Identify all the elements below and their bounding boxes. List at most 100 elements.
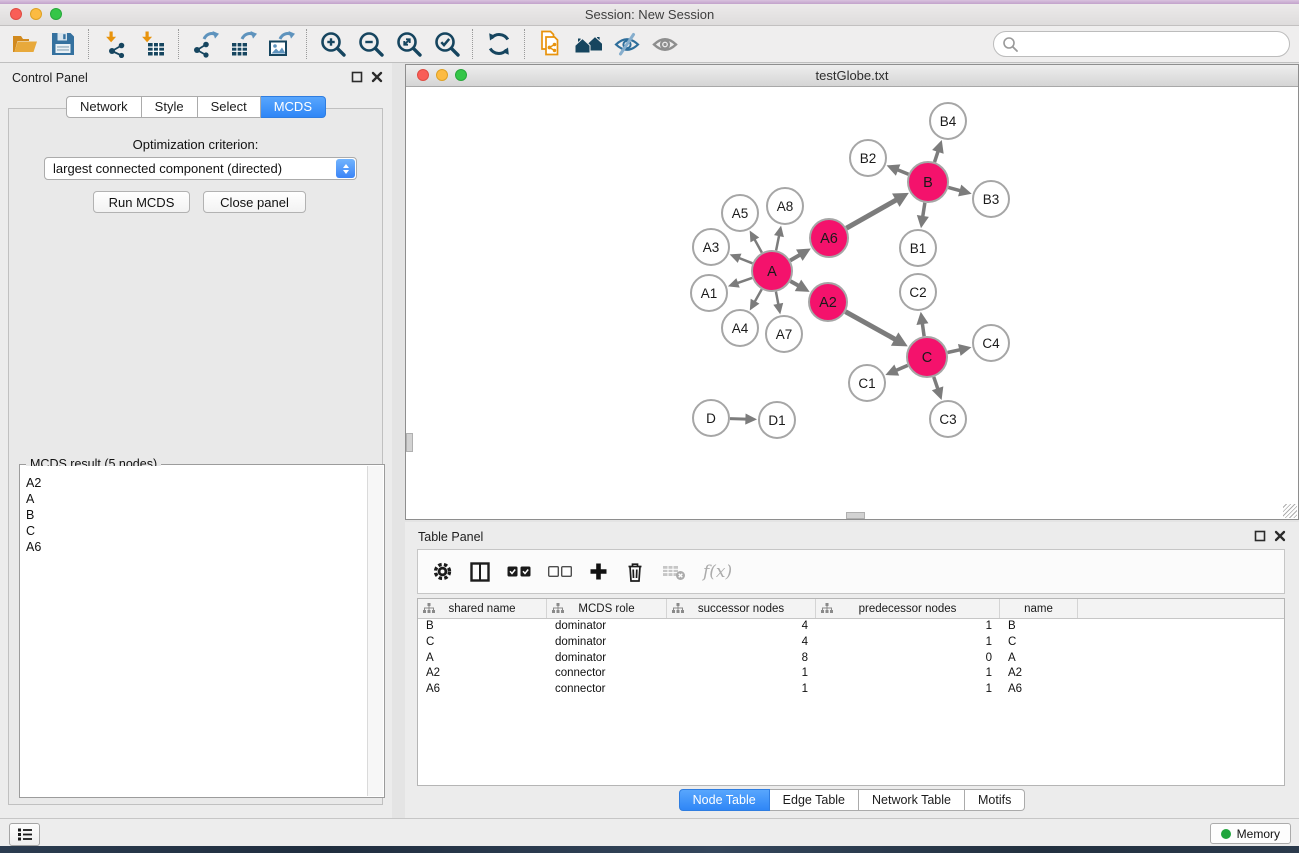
home-button[interactable] xyxy=(570,28,608,60)
mcds-result-item[interactable]: A2 xyxy=(21,475,368,491)
clone-network-button[interactable] xyxy=(532,28,570,60)
import-table-button[interactable] xyxy=(134,28,172,60)
graph-edge-A-A2[interactable] xyxy=(790,280,809,292)
table-cell[interactable]: 1 xyxy=(667,682,816,698)
zoom-fit-button[interactable] xyxy=(390,28,428,60)
tab-mcds[interactable]: MCDS xyxy=(261,96,326,118)
column-header-name[interactable]: name xyxy=(1000,599,1078,618)
resize-grip[interactable] xyxy=(1283,504,1297,518)
task-history-button[interactable] xyxy=(9,823,40,846)
table-cell[interactable]: 4 xyxy=(667,619,816,635)
zoom-in-button[interactable] xyxy=(314,28,352,60)
network-hscroll-thumb[interactable] xyxy=(846,512,865,519)
table-cell[interactable]: A6 xyxy=(1000,682,1078,698)
graph-edge-A-A4[interactable] xyxy=(750,289,762,310)
graph-node-D1[interactable]: D1 xyxy=(759,402,795,438)
table-cell[interactable]: 8 xyxy=(667,651,816,667)
graph-node-A8[interactable]: A8 xyxy=(767,188,803,224)
table-cell[interactable]: B xyxy=(418,619,547,635)
mcds-result-scrollbar[interactable] xyxy=(367,466,383,796)
settings-gear-button[interactable] xyxy=(432,561,453,582)
column-mode-button[interactable] xyxy=(470,562,490,582)
graph-edge-C-C3[interactable] xyxy=(932,377,944,400)
table-cell[interactable]: A xyxy=(1000,651,1078,667)
graph-node-C4[interactable]: C4 xyxy=(973,325,1009,361)
graph-node-C[interactable]: C xyxy=(907,337,947,377)
tab-node-table[interactable]: Node Table xyxy=(679,789,770,811)
graph-node-A6[interactable]: A6 xyxy=(810,219,848,257)
zoom-out-button[interactable] xyxy=(352,28,390,60)
close-panel-icon[interactable] xyxy=(371,71,383,83)
delete-table-button[interactable] xyxy=(662,562,686,581)
table-cell[interactable]: 1 xyxy=(816,619,1000,635)
network-zoom-button[interactable] xyxy=(455,69,467,81)
add-column-button[interactable] xyxy=(589,562,608,581)
graph-node-B[interactable]: B xyxy=(908,162,948,202)
table-cell[interactable]: connector xyxy=(547,682,667,698)
graph-edge-A-A8[interactable] xyxy=(774,226,784,251)
mcds-result-list[interactable]: A2ABCA6 xyxy=(21,466,368,796)
import-network-button[interactable] xyxy=(96,28,134,60)
tab-edge-table[interactable]: Edge Table xyxy=(770,789,859,811)
table-cell[interactable]: C xyxy=(418,635,547,651)
graph-edge-C-C1[interactable] xyxy=(885,365,907,376)
zoom-window-button[interactable] xyxy=(50,8,62,20)
tab-motifs[interactable]: Motifs xyxy=(965,789,1025,811)
graph-node-A4[interactable]: A4 xyxy=(722,310,758,346)
network-minimize-button[interactable] xyxy=(436,69,448,81)
graph-node-C1[interactable]: C1 xyxy=(849,365,885,401)
open-session-button[interactable] xyxy=(6,28,44,60)
graph-node-A2[interactable]: A2 xyxy=(809,283,847,321)
export-table-button[interactable] xyxy=(224,28,262,60)
table-row[interactable]: Bdominator41B xyxy=(418,619,1284,635)
tab-style[interactable]: Style xyxy=(142,96,198,118)
export-network-button[interactable] xyxy=(186,28,224,60)
table-cell[interactable]: 4 xyxy=(667,635,816,651)
graph-node-A7[interactable]: A7 xyxy=(766,316,802,352)
tab-select[interactable]: Select xyxy=(198,96,261,118)
table-cell[interactable]: dominator xyxy=(547,635,667,651)
graph-node-A3[interactable]: A3 xyxy=(693,229,729,265)
mcds-result-item[interactable]: C xyxy=(21,523,368,539)
mcds-result-item[interactable]: A6 xyxy=(21,539,368,555)
graph-edge-A-A6[interactable] xyxy=(790,249,811,261)
select-all-columns-button[interactable] xyxy=(507,566,531,577)
network-close-button[interactable] xyxy=(417,69,429,81)
graph-node-B3[interactable]: B3 xyxy=(973,181,1009,217)
graph-edge-A-A7[interactable] xyxy=(773,292,783,315)
criterion-select[interactable]: largest connected component (directed) xyxy=(44,157,357,180)
mcds-result-item[interactable]: A xyxy=(21,491,368,507)
graph-edge-A2-C[interactable] xyxy=(845,312,907,347)
graph-edge-C-C2[interactable] xyxy=(916,312,928,336)
close-window-button[interactable] xyxy=(10,8,22,20)
table-row[interactable]: Adominator80A xyxy=(418,651,1284,667)
graph-edge-B-B1[interactable] xyxy=(917,203,929,228)
float-panel-icon[interactable] xyxy=(351,71,363,83)
table-cell[interactable]: 1 xyxy=(816,635,1000,651)
graph-node-B4[interactable]: B4 xyxy=(930,103,966,139)
memory-button[interactable]: Memory xyxy=(1210,823,1291,844)
network-canvas[interactable]: AA1A2A3A4A5A6A7A8BB1B2B3B4CC1C2C3C4DD1 xyxy=(406,87,1298,519)
graph-edge-A6-B[interactable] xyxy=(846,193,908,228)
table-row[interactable]: A6connector11A6 xyxy=(418,682,1284,698)
graph-edge-D-D1[interactable] xyxy=(730,413,757,424)
show-all-button[interactable] xyxy=(646,28,684,60)
mcds-result-item[interactable]: B xyxy=(21,507,368,523)
delete-column-button[interactable] xyxy=(625,561,645,582)
export-image-button[interactable] xyxy=(262,28,300,60)
graph-edge-A-A1[interactable] xyxy=(728,278,752,288)
graph-edge-B-B4[interactable] xyxy=(932,140,944,162)
deselect-all-columns-button[interactable] xyxy=(548,566,572,577)
float-panel-icon[interactable] xyxy=(1254,530,1266,542)
graph-edge-B-B3[interactable] xyxy=(948,185,971,197)
close-panel-button[interactable]: Close panel xyxy=(203,191,306,213)
table-cell[interactable]: B xyxy=(1000,619,1078,635)
close-panel-icon[interactable] xyxy=(1274,530,1286,542)
graph-edge-A-A3[interactable] xyxy=(730,254,753,264)
table-cell[interactable]: 0 xyxy=(816,651,1000,667)
column-header-predecessor-nodes[interactable]: predecessor nodes xyxy=(816,599,1000,618)
graph-edge-C-C4[interactable] xyxy=(948,344,972,356)
table-cell[interactable]: 1 xyxy=(667,666,816,682)
tab-network-table[interactable]: Network Table xyxy=(859,789,965,811)
graph-node-C3[interactable]: C3 xyxy=(930,401,966,437)
